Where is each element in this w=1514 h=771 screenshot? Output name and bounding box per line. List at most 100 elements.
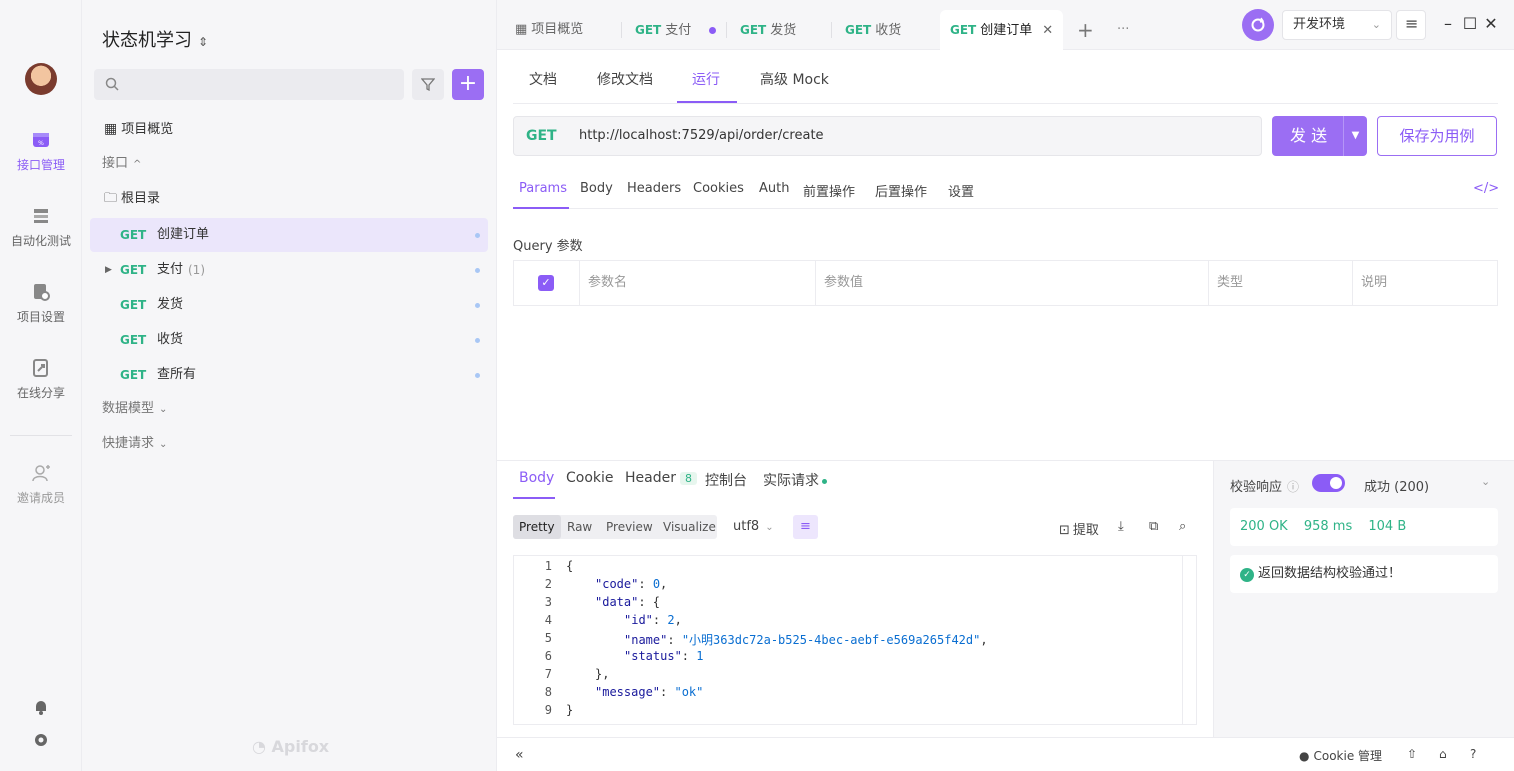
environment-select[interactable]: 开发环境 ⌄: [1282, 10, 1392, 40]
http-method-select[interactable]: GET: [526, 128, 557, 144]
req-tab-cookies[interactable]: Cookies: [693, 181, 744, 196]
doc-tab-mock[interactable]: 高级 Mock: [760, 69, 829, 89]
json-key: "id": [624, 613, 653, 627]
validation-status-select[interactable]: 成功 (200): [1364, 476, 1429, 495]
column-header[interactable]: 参数名: [579, 261, 815, 305]
resp-tab-header[interactable]: Header 8: [625, 470, 697, 486]
environment-menu-button[interactable]: ≡: [1396, 10, 1426, 40]
select-all-checkbox[interactable]: ✓: [538, 275, 554, 291]
cookie-manager-button[interactable]: ● Cookie 管理: [1299, 747, 1382, 764]
env-sync-button[interactable]: [1242, 9, 1274, 41]
format-pretty[interactable]: Pretty: [513, 515, 561, 539]
rail-item-interface-management[interactable]: % 接口管理: [0, 130, 82, 173]
tree-endpoint-ship[interactable]: GET 发货: [90, 288, 488, 322]
doc-tab-docs[interactable]: 文档: [529, 69, 557, 89]
req-tab-post[interactable]: 后置操作: [875, 181, 927, 200]
req-tab-pre[interactable]: 前置操作: [803, 181, 855, 200]
url-input[interactable]: http://localhost:7529/api/order/create: [579, 128, 824, 143]
column-header[interactable]: 参数值: [815, 261, 1208, 305]
new-tab-button[interactable]: +: [1077, 10, 1094, 50]
copy-icon[interactable]: ⧉: [1149, 519, 1158, 534]
column-header[interactable]: 说明: [1352, 261, 1497, 305]
close-window-button[interactable]: ✕: [1481, 14, 1501, 34]
gear-icon[interactable]: [32, 731, 50, 749]
req-tab-auth[interactable]: Auth: [759, 181, 789, 196]
send-button[interactable]: 发 送 ▼: [1272, 116, 1367, 156]
save-as-case-button[interactable]: 保存为用例: [1377, 116, 1497, 156]
collapse-icon[interactable]: «: [515, 747, 524, 763]
resp-tab-cookie[interactable]: Cookie: [566, 470, 614, 486]
rail-item-invite-member[interactable]: 邀请成员: [0, 463, 82, 506]
tab-separator: [831, 22, 832, 38]
extract-button[interactable]: ⊡ 提取: [1059, 519, 1099, 538]
more-tabs-button[interactable]: ···: [1117, 10, 1129, 50]
resp-tab-actual-request[interactable]: 实际请求: [763, 470, 827, 490]
req-tab-body[interactable]: Body: [580, 181, 613, 196]
tab-receive[interactable]: GET 收货: [845, 10, 901, 50]
tab-ship[interactable]: GET 发货: [740, 10, 796, 50]
response-body-viewer[interactable]: 1 2 3 4 5 6 7 8 9 { "code": 0, "data": {…: [513, 555, 1197, 725]
doc-tab-run[interactable]: 运行: [692, 69, 720, 89]
shirt-icon[interactable]: ⌂: [1439, 747, 1447, 761]
resp-tab-body[interactable]: Body: [519, 470, 554, 486]
tree-endpoint-create-order[interactable]: GET 创建订单: [90, 218, 488, 252]
help-icon[interactable]: ?: [1470, 747, 1476, 761]
resp-tab-console[interactable]: 控制台: [705, 470, 747, 490]
overview-item[interactable]: ▦ 项目概览: [90, 112, 488, 146]
chevron-down-icon[interactable]: ⌄: [1481, 475, 1490, 488]
search-input[interactable]: [94, 69, 404, 100]
refresh-icon: [1251, 17, 1265, 32]
tree-endpoint-list-all[interactable]: GET 查所有: [90, 358, 488, 392]
rail-item-project-settings[interactable]: 项目设置: [0, 282, 82, 325]
code-line: "name": "小明363dc72a-b525-4bec-aebf-e569a…: [624, 633, 988, 647]
wrap-lines-button[interactable]: ≡: [793, 515, 818, 539]
avatar[interactable]: [25, 63, 57, 95]
tab-pay[interactable]: GET 支付: [635, 10, 717, 50]
column-header[interactable]: 类型: [1208, 261, 1352, 305]
rail-label: 项目设置: [16, 310, 65, 324]
request-panel: 文档 修改文档 运行 高级 Mock GET http://localhost:…: [497, 50, 1514, 460]
tab-create-order[interactable]: GET 创建订单 ✕: [940, 10, 1064, 50]
bell-icon[interactable]: [32, 698, 50, 716]
req-tab-headers[interactable]: Headers: [627, 181, 681, 196]
code-icon[interactable]: </>: [1473, 181, 1499, 196]
maximize-button[interactable]: ☐: [1460, 14, 1480, 34]
format-preview[interactable]: Preview: [600, 515, 659, 539]
tree-endpoint-pay[interactable]: ▶ GET 支付 (1): [90, 253, 488, 287]
rail-item-online-share[interactable]: 在线分享: [0, 358, 82, 401]
tree-endpoint-receive[interactable]: GET 收货: [90, 323, 488, 357]
download-icon[interactable]: ⤓: [1118, 519, 1124, 534]
upload-icon[interactable]: ⇧: [1407, 747, 1417, 761]
close-icon[interactable]: ✕: [1042, 23, 1053, 38]
url-bar[interactable]: GET http://localhost:7529/api/order/crea…: [513, 116, 1262, 156]
minimize-button[interactable]: –: [1438, 14, 1458, 34]
validation-message: 返回数据结构校验通过！: [1258, 566, 1402, 581]
tab-label: 创建订单: [980, 23, 1033, 38]
req-tab-settings[interactable]: 设置: [948, 181, 974, 200]
sidebar: 状态机学习 ⇕ + ▦ 项目概览 接口 ^ 🗀 根目录 GET 创建订单 ▶ GET 支…: [82, 0, 497, 771]
scrollbar[interactable]: [1182, 556, 1194, 724]
tab-overview[interactable]: ▦ 项目概览: [515, 10, 583, 50]
apifox-logo-icon: ◔: [252, 737, 272, 756]
doc-tab-edit[interactable]: 修改文档: [597, 69, 653, 89]
validate-toggle[interactable]: [1312, 474, 1345, 492]
interfaces-section[interactable]: 接口 ^: [90, 147, 488, 181]
req-tab-params[interactable]: Params: [519, 181, 567, 196]
root-folder[interactable]: 🗀 根目录: [90, 182, 488, 216]
filter-button[interactable]: [412, 69, 444, 100]
data-models-section[interactable]: 数据模型 ⌄: [90, 392, 488, 426]
search-icon[interactable]: ⌕: [1179, 519, 1186, 534]
project-switcher[interactable]: 状态机学习 ⇕: [102, 26, 208, 52]
quick-requests-section[interactable]: 快捷请求 ⌄: [90, 427, 488, 461]
plus-icon: +: [458, 71, 478, 96]
add-button[interactable]: +: [452, 69, 484, 100]
encoding-select[interactable]: utf8 ⌄: [733, 519, 774, 534]
rail-item-automation-testing[interactable]: 自动化测试: [0, 206, 82, 249]
chevron-down-icon[interactable]: ▼: [1343, 116, 1367, 156]
active-tab-indicator: [513, 207, 569, 209]
project-title: 状态机学习: [102, 30, 192, 51]
status-dot: [475, 233, 480, 238]
format-raw[interactable]: Raw: [561, 515, 598, 539]
format-visualize[interactable]: Visualize: [657, 515, 722, 539]
help-icon[interactable]: ⓘ: [1287, 480, 1299, 494]
